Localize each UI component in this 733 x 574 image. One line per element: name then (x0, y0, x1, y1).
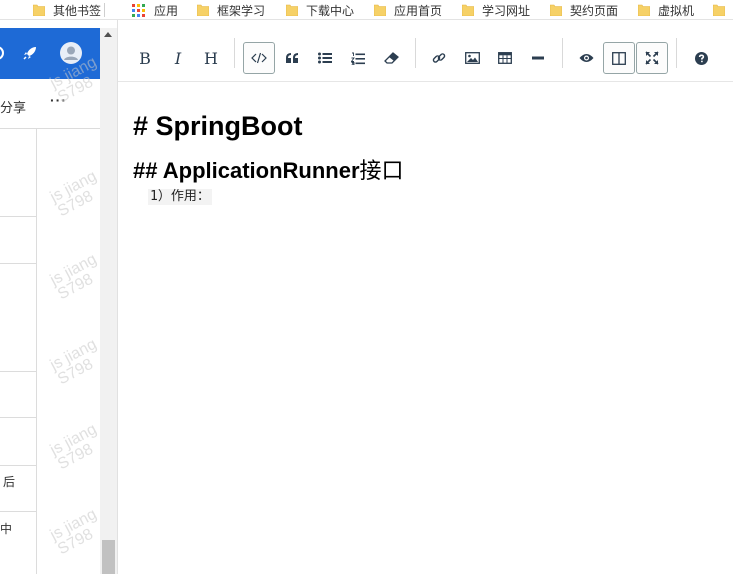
heading-2-text: ## ApplicationRunner (133, 158, 360, 183)
fullscreen-button[interactable] (636, 42, 668, 74)
bookmark-overflow[interactable] (713, 1, 733, 19)
editor-toolbar: B I H (118, 20, 733, 82)
heading-2-chinese: 接口 (359, 159, 404, 184)
toolbar-separator (234, 38, 235, 68)
bold-button[interactable]: B (129, 42, 161, 74)
link-button[interactable] (423, 42, 455, 74)
clear-format-button[interactable] (375, 42, 407, 74)
list-row-divider (0, 417, 36, 418)
apps-grid-icon (132, 3, 145, 17)
bookmark-label: 框架学习 (217, 3, 266, 18)
expand-icon (645, 51, 659, 65)
bookmark-other[interactable]: 其他书签 (33, 1, 101, 19)
text-line: 1）作用： (148, 189, 212, 205)
columns-icon (612, 51, 626, 65)
watermark: js jiang S798 (47, 167, 100, 221)
table-button[interactable] (489, 42, 521, 74)
bookmark-app-home[interactable]: 应用首页 (374, 1, 442, 19)
horizontal-rule-button[interactable] (522, 42, 554, 74)
list-item-text[interactable]: 后 (3, 473, 15, 490)
share-button[interactable]: 分享 (0, 97, 26, 116)
bookmark-contract[interactable]: 契约页面 (550, 1, 618, 19)
bookmark-label: 契约页面 (570, 3, 619, 18)
help-icon (694, 51, 708, 65)
heading-2-line: ## ApplicationRunner接口 (133, 156, 723, 187)
link-icon (432, 53, 446, 63)
help-button[interactable] (685, 42, 717, 74)
markdown-editor: B I H # SpringBoot ## ApplicationRunner接… (117, 20, 733, 574)
bookmark-download[interactable]: 下载中心 (286, 1, 354, 19)
bookmark-label: 虚拟机 (658, 3, 695, 18)
scroll-up-arrow-icon[interactable] (104, 32, 112, 37)
toolbar-separator (676, 38, 677, 68)
toolbar-separator (562, 38, 563, 68)
folder-icon (374, 4, 386, 16)
folder-icon (33, 4, 45, 16)
image-button[interactable] (456, 42, 488, 74)
left-pane: 分享 ··· 后 中 js jiang S798 js jiang S798 js … (0, 20, 117, 574)
bookmark-label: 学习网址 (482, 3, 531, 18)
folder-icon (550, 4, 562, 16)
partial-icon[interactable] (0, 44, 9, 62)
quote-button[interactable] (276, 42, 308, 74)
unordered-list-button[interactable] (309, 42, 341, 74)
ordered-list-icon (351, 52, 365, 65)
column-divider (36, 129, 37, 574)
scrollbar-thumb[interactable] (102, 540, 115, 574)
bookmark-label: 其他书签 (53, 3, 102, 18)
heading-button[interactable]: H (195, 42, 227, 74)
watermark: js jiang S798 (47, 335, 100, 389)
list-row-divider (0, 371, 36, 372)
list-item-text[interactable]: 中 (0, 520, 12, 537)
bookmarks-separator (104, 3, 105, 17)
bookmark-apps[interactable]: 应用 (132, 1, 178, 19)
editor-content[interactable]: # SpringBoot ## ApplicationRunner接口 1）作用… (133, 108, 723, 205)
list-row-divider (0, 465, 36, 466)
heading-1-line: # SpringBoot (133, 111, 303, 141)
scrollbar[interactable] (100, 28, 117, 574)
bookmark-label: 应用 (154, 3, 179, 18)
eye-icon (579, 54, 593, 62)
bookmarks-bar: 其他书签 应用 框架学习 下载中心 应用首页 学习网址 契约页面 虚拟机 (0, 0, 733, 20)
list-row-divider (0, 511, 36, 512)
folder-icon (638, 4, 650, 16)
list-row-divider (0, 263, 36, 264)
bookmark-study[interactable]: 学习网址 (462, 1, 530, 19)
bookmark-label: 应用首页 (394, 3, 443, 18)
bookmark-vm[interactable]: 虚拟机 (638, 1, 694, 19)
bookmark-framework[interactable]: 框架学习 (197, 1, 265, 19)
watermark: js jiang S798 (47, 250, 100, 304)
italic-button[interactable]: I (162, 42, 194, 74)
watermark: js jiang S798 (47, 505, 100, 559)
rocket-icon[interactable] (20, 43, 40, 63)
bookmark-label: 下载中心 (306, 3, 355, 18)
unordered-list-icon (318, 52, 332, 64)
ordered-list-button[interactable] (342, 42, 374, 74)
table-icon (498, 52, 512, 64)
code-icon (251, 52, 267, 64)
list-row-divider (0, 216, 36, 217)
toolbar-separator (415, 38, 416, 68)
horizontal-rule-icon (532, 56, 544, 60)
folder-icon (286, 4, 298, 16)
watermark: js jiang S798 (47, 420, 100, 474)
folder-icon (713, 4, 725, 16)
folder-icon (197, 4, 209, 16)
side-by-side-button[interactable] (603, 42, 635, 74)
folder-icon (462, 4, 474, 16)
code-button[interactable] (243, 42, 275, 74)
preview-button[interactable] (570, 42, 602, 74)
eraser-icon (383, 52, 399, 64)
image-icon (464, 52, 480, 64)
quote-icon (286, 53, 298, 63)
